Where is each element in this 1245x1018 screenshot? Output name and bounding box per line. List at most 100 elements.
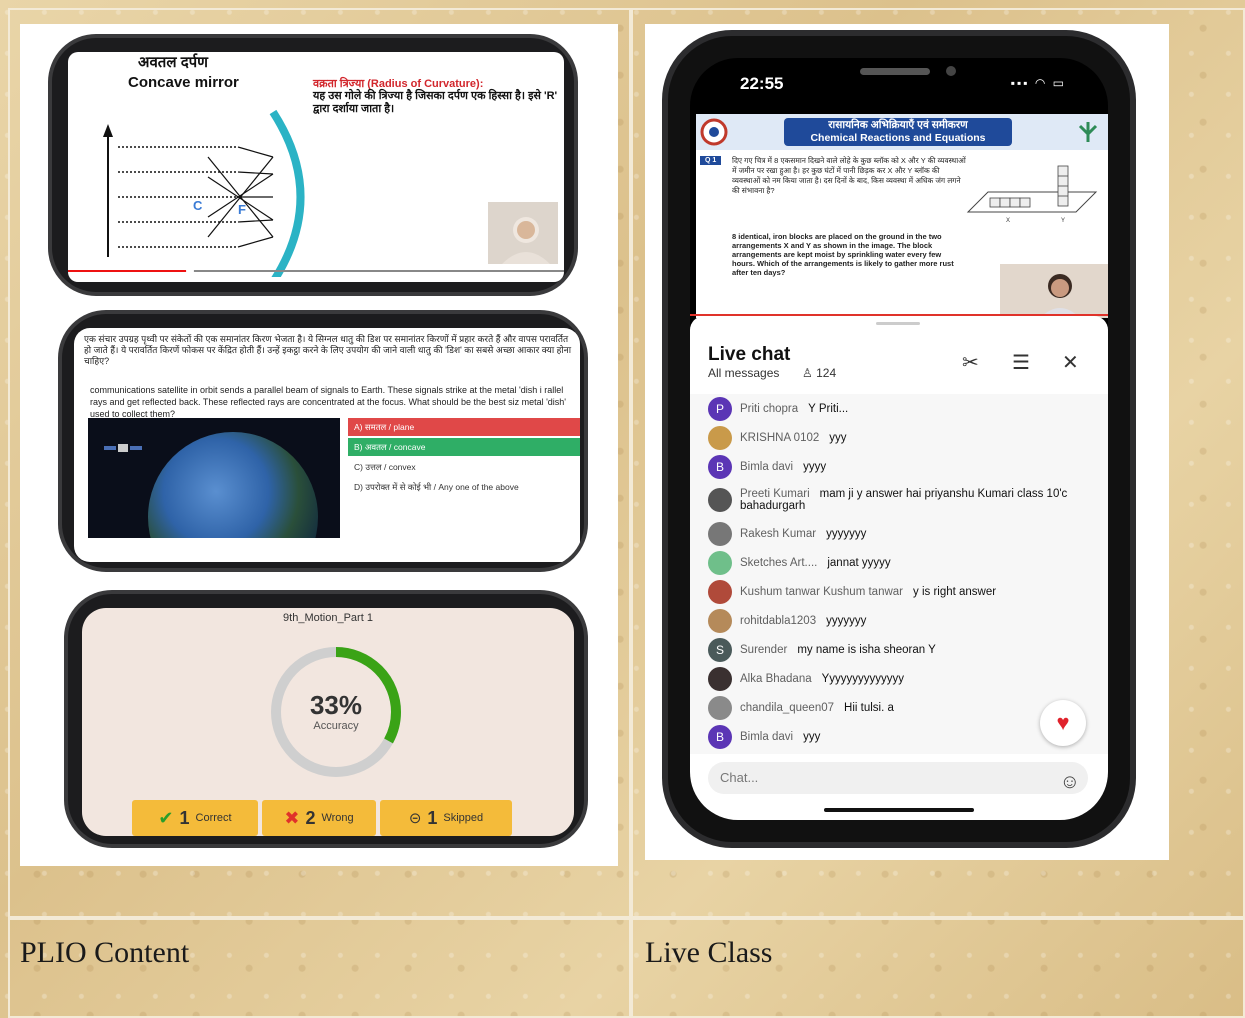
wrong-count: 2 — [305, 807, 316, 828]
avatar: S — [708, 637, 732, 662]
globe — [148, 432, 318, 538]
avatar — [708, 488, 732, 512]
avatar — [708, 579, 732, 604]
viewer-count-value: 124 — [816, 366, 837, 380]
scissors-icon[interactable]: ✂ — [962, 350, 979, 375]
cross-icon: ✖ — [284, 807, 300, 828]
video-title-en: Concave mirror — [128, 74, 239, 91]
home-indicator — [824, 808, 974, 812]
chat-message[interactable]: Rakesh Kumar yyyyyyy — [690, 519, 1108, 548]
skip-icon: ⊝ — [408, 810, 422, 827]
close-icon[interactable]: ✕ — [1062, 350, 1079, 375]
lesson-title: 9th_Motion_Part 1 — [283, 612, 373, 624]
viewer-count: ♙ 124 — [802, 366, 836, 380]
seek-handle[interactable] — [186, 267, 194, 275]
label-f: F — [238, 202, 246, 217]
chat-author: chandila_queen07 — [740, 701, 835, 714]
chat-input-placeholder: Chat... — [720, 770, 759, 785]
option-d[interactable]: D) उपरोक्त में से कोई भी / Any one of th… — [348, 478, 580, 496]
accuracy-percent: 33% — [309, 690, 363, 720]
question-hi: एक संचार उपग्रह पृथ्वी पर संकेतों की एक … — [84, 334, 572, 366]
stat-skipped: ⊝ 1 Skipped — [380, 800, 512, 836]
avatar — [708, 425, 732, 450]
live-video-area[interactable]: रासायनिक अभिक्रियाएँ एवं समीकरण Chemical… — [696, 114, 1108, 318]
chat-author: KRISHNA 0102 — [740, 431, 820, 444]
results-phone: 9th_Motion_Part 1 33% Accuracy ✔ 1 Corre… — [64, 590, 588, 848]
chat-message[interactable]: Alka Bhadana Yyyyyyyyyyyyyy — [690, 664, 1108, 693]
chat-message[interactable]: KRISHNA 0102 yyy — [690, 423, 1108, 452]
drag-handle[interactable] — [876, 322, 920, 325]
chat-text: yyyy — [803, 460, 827, 473]
chat-message[interactable]: Preeti Kumari mam ji y answer hai priyans… — [690, 481, 1108, 519]
option-c[interactable]: C) उत्तल / convex — [348, 458, 580, 476]
chat-author: Kushum tanwar Kushum tanwar — [740, 585, 903, 598]
plio-panel: अवतल दर्पण Concave mirror C F वक्रता त्र… — [20, 24, 618, 866]
stat-wrong: ✖ 2 Wrong — [262, 800, 376, 836]
chat-text: jannat yyyyy — [827, 556, 891, 569]
avatar: P — [708, 396, 732, 421]
accuracy-label: Accuracy — [313, 720, 359, 732]
label-y: Y — [1061, 218, 1065, 224]
correct-count: 1 — [179, 807, 190, 828]
chat-message[interactable]: S Surender my name is isha sheoran Y — [690, 635, 1108, 664]
avatar: B — [708, 454, 732, 479]
chat-text: y is right answer — [913, 585, 997, 598]
caption-plio: PLIO Content — [20, 936, 190, 969]
skipped-label: Skipped — [443, 812, 484, 824]
avatar — [708, 550, 732, 575]
heart-reaction-button[interactable]: ♥ — [1040, 700, 1086, 746]
chat-message[interactable]: B Bimla davi yyyy — [690, 452, 1108, 481]
emoji-icon[interactable]: ☺ — [1060, 766, 1080, 798]
video-phone: अवतल दर्पण Concave mirror C F वक्रता त्र… — [48, 34, 578, 296]
chat-message[interactable]: Kushum tanwar Kushum tanwar y is right an… — [690, 577, 1108, 606]
chat-text: my name is isha sheoran Y — [797, 643, 936, 656]
chat-text: Yyyyyyyyyyyyyy — [821, 672, 905, 685]
banner-title-en: Chemical Reactions and Equations — [810, 132, 986, 144]
video-title-hi: अवतल दर्पण — [138, 54, 209, 71]
live-phone: 22:55 ▪▪▪ ◠ ▭ रासायनिक अभिक्रियाएँ एवं स… — [662, 30, 1136, 848]
tree-logo-icon — [1078, 122, 1098, 142]
speaker-grille — [860, 68, 930, 75]
chat-input[interactable]: Chat... ☺ — [708, 762, 1088, 794]
check-icon: ✔ — [158, 807, 174, 828]
chat-author: Priti chopra — [740, 402, 799, 415]
lesson-title-box: रासायनिक अभिक्रियाएँ एवं समीकरण Chemical… — [784, 118, 1012, 146]
question-number: Q 1 — [700, 156, 722, 165]
results-screen: 9th_Motion_Part 1 33% Accuracy ✔ 1 Corre… — [82, 608, 574, 836]
chat-text: yyy — [829, 431, 847, 444]
live-question-hi: दिए गए चित्र में 8 एकसमान दिखने वाले लोह… — [732, 156, 966, 195]
filter-sliders-icon[interactable]: ☰ — [1012, 350, 1030, 375]
lesson-banner: रासायनिक अभिक्रियाएँ एवं समीकरण Chemical… — [696, 114, 1108, 150]
seek-progress — [68, 270, 188, 272]
status-time: 22:55 — [740, 74, 784, 93]
teacher-video — [1000, 264, 1108, 318]
chat-title: Live chat — [708, 344, 791, 365]
presenter-video — [488, 202, 558, 264]
chat-text: yyy — [803, 730, 821, 743]
chat-author: Bimla davi — [740, 730, 794, 743]
school-logo-icon — [700, 118, 728, 146]
video-screen[interactable]: अवतल दर्पण Concave mirror C F वक्रता त्र… — [68, 52, 564, 282]
option-a[interactable]: A) समतल / plane — [348, 418, 580, 436]
chat-message[interactable]: P Priti chopra Y Priti... — [690, 394, 1108, 423]
live-question-en: 8 identical, iron blocks are placed on t… — [732, 232, 954, 277]
video-seek-bar[interactable] — [68, 267, 564, 275]
chat-message[interactable]: rohitdabla1203 yyyyyyy — [690, 606, 1108, 635]
chat-message[interactable]: Sketches Art.... jannat yyyyy — [690, 548, 1108, 577]
avatar: B — [708, 724, 732, 749]
chat-author: Rakesh Kumar — [740, 527, 817, 540]
avatar — [708, 695, 732, 720]
chat-filter[interactable]: All messages — [708, 366, 779, 380]
live-class-panel: 22:55 ▪▪▪ ◠ ▭ रासायनिक अभिक्रियाएँ एवं स… — [645, 24, 1169, 860]
iron-blocks-diagram: X Y — [966, 165, 1098, 224]
live-chat-panel: Live chat All messages ♙ 124 ✂ ☰ ✕ P Prit… — [690, 316, 1108, 820]
earth-satellite-image — [88, 418, 340, 538]
chat-text: Y Priti... — [808, 402, 849, 415]
chat-messages: P Priti chopra Y Priti... KRISHNA 0102 yyy B B… — [690, 394, 1108, 754]
question-en: communications satellite in orbit sends … — [90, 385, 567, 419]
chat-author: rohitdabla1203 — [740, 614, 817, 627]
caption-live-class: Live Class — [645, 936, 773, 969]
option-b[interactable]: B) अवतल / concave — [348, 438, 580, 456]
chat-author: Alka Bhadana — [740, 672, 812, 685]
signal-wifi-battery-icon: ▪▪▪ ◠ ▭ — [1010, 76, 1066, 90]
